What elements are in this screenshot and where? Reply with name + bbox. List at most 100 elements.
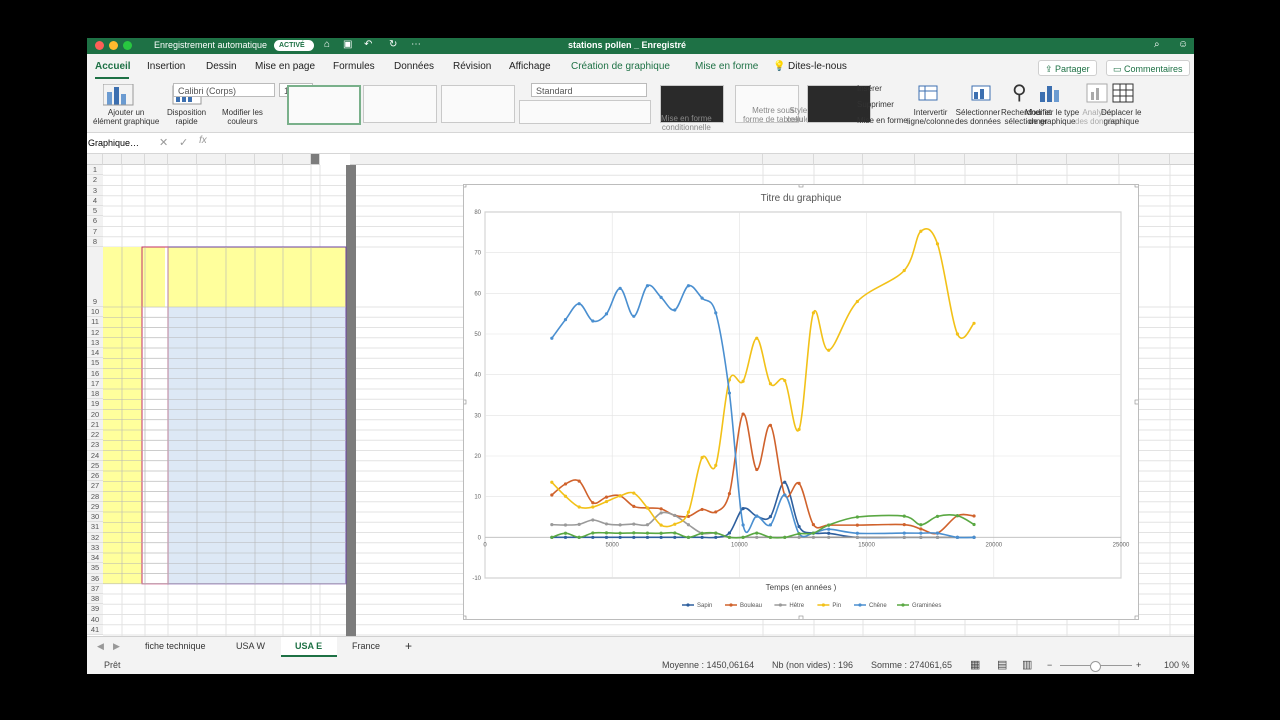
data-point[interactable] [645, 284, 650, 288]
data-point[interactable] [591, 531, 595, 535]
add-sheet-icon[interactable]: + [405, 639, 412, 653]
data-point[interactable] [783, 535, 787, 539]
search-select-icon[interactable]: ⚲ [1012, 80, 1027, 105]
data-point[interactable] [768, 423, 773, 427]
data-point[interactable] [686, 535, 691, 539]
move-chart-icon[interactable] [1111, 82, 1137, 104]
data-point[interactable] [645, 531, 650, 535]
series-line-Chêne[interactable] [551, 284, 975, 539]
data-point[interactable] [902, 531, 906, 535]
data-point[interactable] [700, 531, 704, 535]
home-icon[interactable]: ⌂ [324, 39, 330, 50]
data-point[interactable] [659, 295, 663, 299]
data-point[interactable] [591, 535, 595, 539]
data-point[interactable] [972, 522, 976, 527]
data-point[interactable] [955, 514, 960, 518]
search-icon[interactable]: ⌕ [1154, 39, 1160, 50]
data-point[interactable] [645, 523, 650, 527]
data-point[interactable] [855, 299, 859, 304]
change-chart-type-icon[interactable] [1037, 82, 1063, 104]
sheet-tab-usa-w[interactable]: USA W [236, 641, 265, 651]
data-point[interactable] [550, 523, 554, 527]
resize-handle[interactable] [461, 615, 467, 621]
tell-me-search[interactable]: Dites-le-nous [788, 61, 847, 72]
data-point[interactable] [919, 535, 923, 539]
data-point[interactable] [797, 532, 801, 536]
data-point[interactable] [577, 479, 581, 483]
name-box[interactable]: Graphique… [88, 136, 148, 150]
data-point[interactable] [673, 308, 677, 312]
data-point[interactable] [618, 535, 622, 539]
data-point[interactable] [659, 531, 663, 535]
tab-formules[interactable]: Formules [333, 61, 375, 72]
data-point[interactable] [955, 332, 960, 336]
data-point[interactable] [700, 296, 704, 300]
data-point[interactable] [768, 535, 773, 539]
data-point[interactable] [755, 467, 759, 472]
data-point[interactable] [618, 531, 622, 535]
data-point[interactable] [714, 463, 718, 467]
data-point[interactable] [645, 506, 650, 510]
data-point[interactable] [686, 284, 691, 288]
data-point[interactable] [741, 506, 745, 511]
tab-dessin[interactable]: Dessin [206, 61, 237, 72]
format-button[interactable]: Mise en forme [857, 116, 908, 125]
data-point[interactable] [577, 505, 581, 509]
data-point[interactable] [827, 523, 831, 527]
data-point[interactable] [972, 535, 976, 539]
data-point[interactable] [811, 531, 816, 535]
data-point[interactable] [768, 382, 773, 386]
data-point[interactable] [827, 535, 831, 539]
prev-sheet-icon[interactable]: ◀ [97, 641, 104, 652]
data-point[interactable] [591, 505, 595, 509]
zoom-slider-handle[interactable] [1090, 661, 1101, 672]
data-point[interactable] [714, 510, 718, 514]
data-point[interactable] [604, 499, 609, 504]
next-sheet-icon[interactable]: ▶ [113, 641, 120, 652]
data-point[interactable] [563, 535, 568, 539]
save-icon[interactable]: ▣ [343, 39, 352, 50]
data-point[interactable] [673, 531, 677, 535]
data-point[interactable] [741, 412, 745, 416]
data-point[interactable] [591, 501, 595, 505]
data-point[interactable] [700, 455, 704, 460]
resize-handle[interactable] [798, 615, 804, 621]
data-point[interactable] [604, 312, 609, 316]
data-point[interactable] [632, 522, 636, 526]
tab-affichage[interactable]: Affichage [509, 61, 551, 72]
data-point[interactable] [632, 504, 636, 508]
resize-handle[interactable] [1134, 182, 1140, 188]
chart-style-thumb-3[interactable] [441, 85, 515, 123]
data-point[interactable] [902, 268, 906, 273]
data-point[interactable] [618, 286, 622, 290]
series-line-Sapin[interactable] [551, 481, 975, 539]
resize-handle[interactable] [461, 182, 467, 188]
data-point[interactable] [673, 522, 677, 526]
data-point[interactable] [855, 531, 859, 535]
data-point[interactable] [755, 535, 759, 539]
more-icon[interactable]: ⋯ [411, 39, 421, 50]
data-point[interactable] [673, 535, 677, 539]
chart-style-thumb-2[interactable] [363, 85, 437, 123]
data-point[interactable] [632, 491, 636, 495]
cancel-icon[interactable]: ✕ [159, 136, 168, 149]
chart-title[interactable]: Titre du graphique [761, 193, 842, 204]
page-break-icon[interactable]: ▥ [1022, 658, 1032, 671]
data-point[interactable] [550, 336, 554, 340]
data-point[interactable] [577, 302, 581, 306]
data-point[interactable] [902, 523, 906, 527]
tab-creation-graphique[interactable]: Création de graphique [571, 61, 670, 72]
comments-button[interactable]: ▭ Commentaires [1106, 60, 1190, 76]
data-point[interactable] [659, 507, 663, 511]
add-chart-element-icon[interactable] [102, 83, 139, 106]
data-point[interactable] [827, 527, 831, 531]
data-point[interactable] [902, 514, 906, 518]
data-point[interactable] [811, 523, 816, 527]
data-point[interactable] [919, 527, 923, 531]
data-point[interactable] [797, 524, 801, 529]
page-layout-icon[interactable]: ▤ [997, 658, 1007, 671]
data-point[interactable] [700, 507, 704, 512]
formula-input[interactable] [219, 135, 1189, 150]
data-point[interactable] [727, 492, 732, 496]
data-point[interactable] [741, 379, 745, 383]
